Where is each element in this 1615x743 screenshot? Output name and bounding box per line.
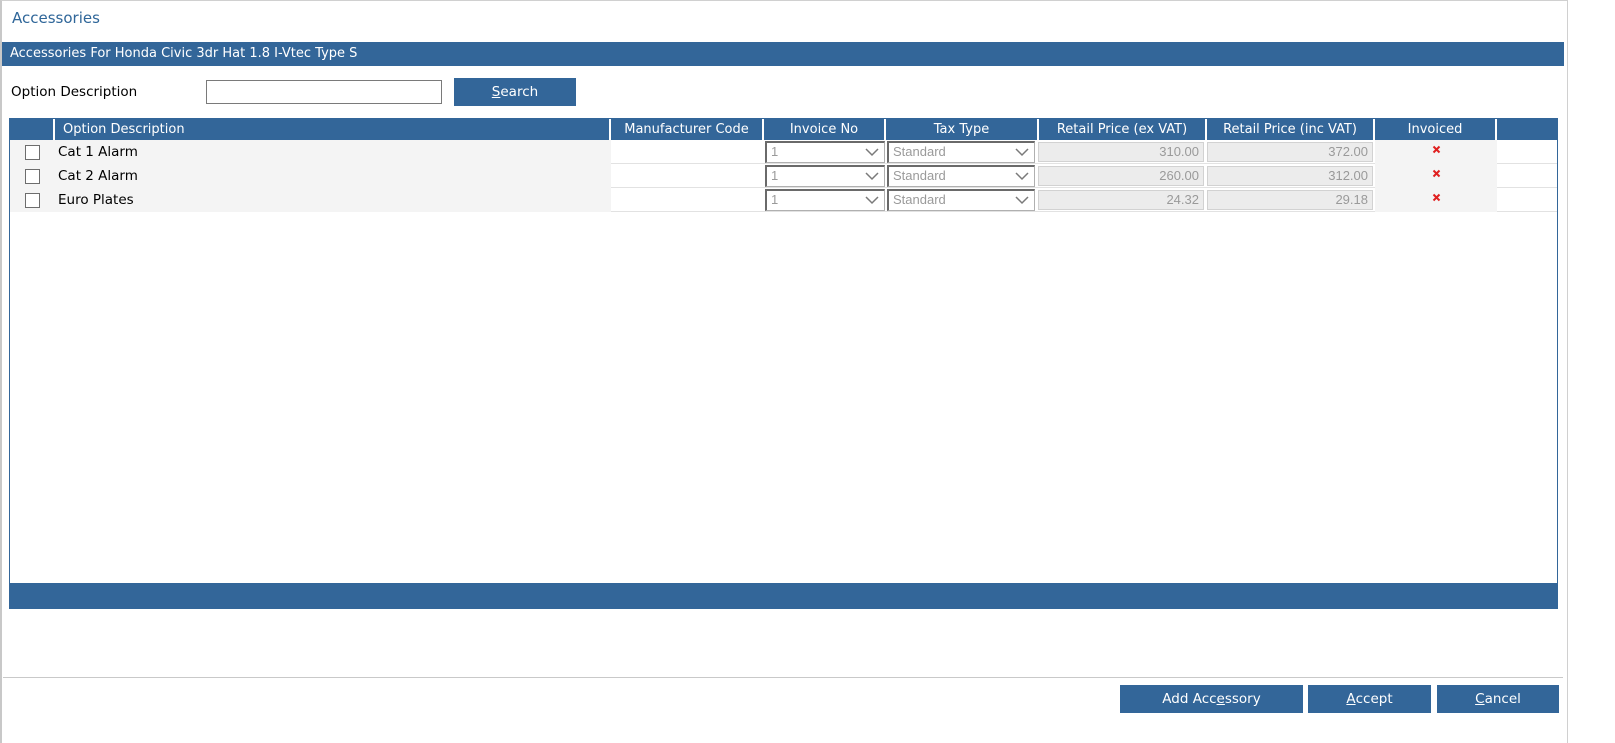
search-button[interactable]: Search <box>454 78 576 106</box>
grid-header: Option Description Manufacturer Code Inv… <box>10 119 1557 140</box>
chevron-down-icon <box>865 172 879 181</box>
tax-type-select[interactable]: Standard <box>887 165 1035 187</box>
tax-type-select[interactable]: Standard <box>887 141 1035 163</box>
header-select-column <box>10 119 55 140</box>
chevron-down-icon <box>865 148 879 157</box>
cancel-button[interactable]: Cancel <box>1437 685 1559 713</box>
retail-price-inc-vat-field: 29.18 <box>1207 190 1373 210</box>
row-select-checkbox[interactable] <box>25 169 40 184</box>
row-manufacturer-code <box>611 164 764 188</box>
red-x-icon <box>1432 169 1441 178</box>
header-retail-price-ex-vat[interactable]: Retail Price (ex VAT) <box>1039 119 1207 140</box>
red-x-icon <box>1432 145 1441 154</box>
grid-footer <box>10 583 1557 608</box>
header-manufacturer-code[interactable]: Manufacturer Code <box>611 119 764 140</box>
invoice-no-select[interactable]: 1 <box>765 141 885 163</box>
row-option-description: Euro Plates <box>55 188 611 212</box>
retail-price-ex-vat-field: 260.00 <box>1038 166 1204 186</box>
red-x-icon <box>1432 193 1441 202</box>
header-retail-price-inc-vat[interactable]: Retail Price (inc VAT) <box>1207 119 1375 140</box>
retail-price-inc-vat-field: 372.00 <box>1207 142 1373 162</box>
option-description-search-input[interactable] <box>206 80 442 104</box>
footer-divider <box>3 677 1563 678</box>
row-select-checkbox[interactable] <box>25 145 40 160</box>
row-manufacturer-code <box>611 140 764 164</box>
section-header: Accessories For Honda Civic 3dr Hat 1.8 … <box>2 42 1564 66</box>
retail-price-ex-vat-field: 24.32 <box>1038 190 1204 210</box>
accessories-grid: Option Description Manufacturer Code Inv… <box>9 118 1558 609</box>
row-option-description: Cat 1 Alarm <box>55 140 611 164</box>
retail-price-inc-vat-field: 312.00 <box>1207 166 1373 186</box>
header-tax-type[interactable]: Tax Type <box>886 119 1039 140</box>
row-select-checkbox[interactable] <box>25 193 40 208</box>
window-title: Accessories <box>12 9 100 27</box>
accept-button[interactable]: Accept <box>1308 685 1431 713</box>
header-invoiced[interactable]: Invoiced <box>1375 119 1497 140</box>
table-row: Cat 1 Alarm 1 Standard 310.00 372.00 <box>10 140 1557 164</box>
tax-type-select[interactable]: Standard <box>887 189 1035 211</box>
invoice-no-select[interactable]: 1 <box>765 189 885 211</box>
retail-price-ex-vat-field: 310.00 <box>1038 142 1204 162</box>
row-manufacturer-code <box>611 188 764 212</box>
table-row: Euro Plates 1 Standard 24.32 29.18 <box>10 188 1557 212</box>
chevron-down-icon <box>1015 148 1029 157</box>
chevron-down-icon <box>865 196 879 205</box>
add-accessory-button[interactable]: Add Acc e ssory <box>1120 685 1303 713</box>
chevron-down-icon <box>1015 172 1029 181</box>
chevron-down-icon <box>1015 196 1029 205</box>
header-option-description[interactable]: Option Description <box>55 119 611 140</box>
search-label: Option Description <box>11 84 138 100</box>
invoice-no-select[interactable]: 1 <box>765 165 885 187</box>
table-row: Cat 2 Alarm 1 Standard 260.00 312.00 <box>10 164 1557 188</box>
header-invoice-no[interactable]: Invoice No <box>764 119 886 140</box>
row-option-description: Cat 2 Alarm <box>55 164 611 188</box>
